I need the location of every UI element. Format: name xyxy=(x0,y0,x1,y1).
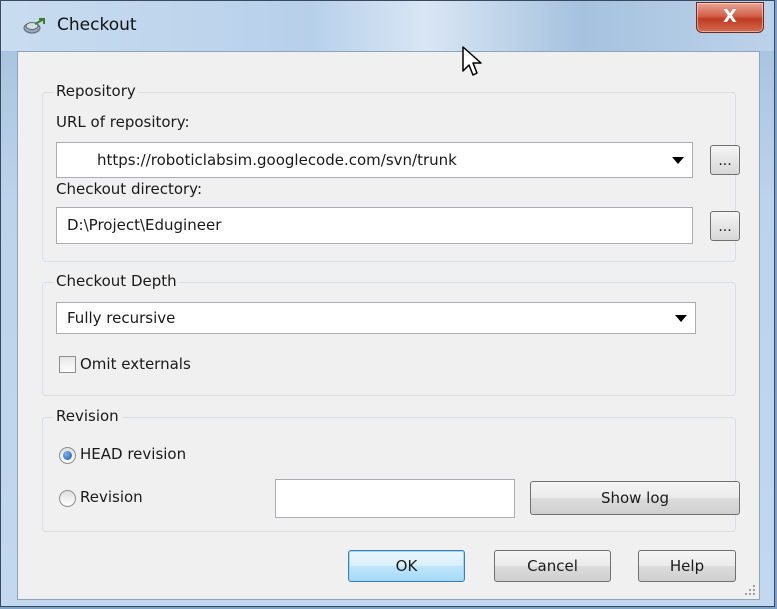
show-log-button[interactable]: Show log xyxy=(530,481,740,515)
repository-legend: Repository xyxy=(53,82,139,100)
head-revision-radio[interactable] xyxy=(59,447,76,464)
chevron-down-icon[interactable] xyxy=(672,157,684,164)
checkout-depth-group: Checkout Depth Fully recursive Omit exte… xyxy=(42,272,736,396)
omit-externals-checkbox[interactable] xyxy=(59,356,76,373)
window-title: Checkout xyxy=(57,15,137,35)
revision-label[interactable]: Revision xyxy=(80,488,143,506)
depth-selected: Fully recursive xyxy=(67,309,176,327)
checkout-icon xyxy=(23,18,45,34)
url-combobox[interactable]: https://roboticlabsim.googlecode.com/svn… xyxy=(56,142,693,178)
checkout-dir-label: Checkout directory: xyxy=(56,180,203,198)
browse-dir-button[interactable]: ... xyxy=(710,211,740,241)
depth-combobox[interactable]: Fully recursive xyxy=(56,302,696,334)
title-bar[interactable]: Checkout X xyxy=(1,1,774,51)
close-button[interactable]: X xyxy=(696,2,764,33)
revision-legend: Revision xyxy=(53,407,122,425)
revision-radio[interactable] xyxy=(59,490,76,507)
repository-group: Repository URL of repository: https://ro… xyxy=(42,82,740,262)
checkout-depth-legend: Checkout Depth xyxy=(53,272,180,290)
omit-externals-label[interactable]: Omit externals xyxy=(80,355,191,373)
head-revision-label[interactable]: HEAD revision xyxy=(80,445,186,463)
cancel-button[interactable]: Cancel xyxy=(494,550,611,582)
checkout-dialog: Checkout X Repository URL of repository:… xyxy=(0,0,775,607)
resize-grip-icon[interactable] xyxy=(744,584,756,596)
ok-button[interactable]: OK xyxy=(348,550,465,582)
close-icon: X xyxy=(723,6,737,27)
url-label: URL of repository: xyxy=(56,113,190,131)
chevron-down-icon[interactable] xyxy=(675,315,687,322)
revision-group: Revision HEAD revision Revision Show log xyxy=(42,407,740,532)
mouse-pointer-icon xyxy=(462,46,482,76)
help-button[interactable]: Help xyxy=(638,550,736,582)
browse-url-button[interactable]: ... xyxy=(710,145,740,175)
revision-input[interactable] xyxy=(275,479,515,518)
checkout-dir-input[interactable]: D:\Project\Edugineer xyxy=(56,207,693,244)
url-value: https://roboticlabsim.googlecode.com/svn… xyxy=(97,151,457,169)
dialog-client-area: Repository URL of repository: https://ro… xyxy=(17,51,760,600)
